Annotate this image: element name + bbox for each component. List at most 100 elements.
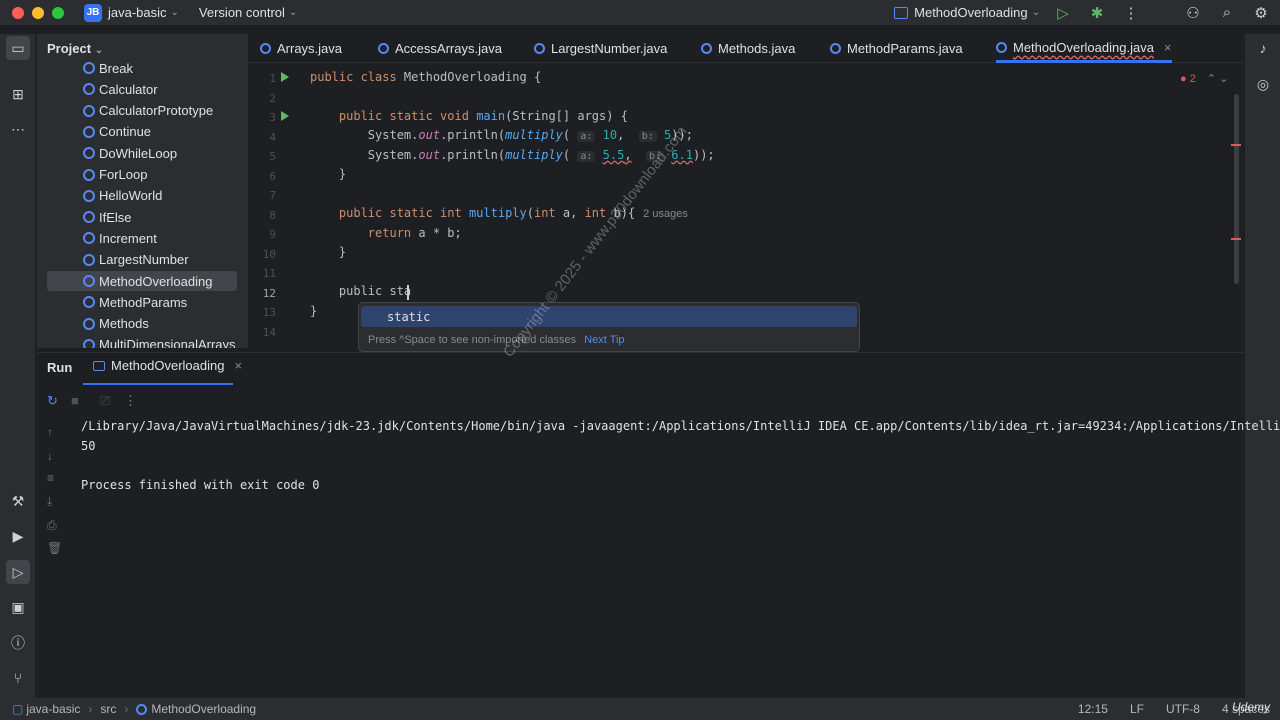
run-tab[interactable]: MethodOverloading × bbox=[93, 358, 242, 373]
stop-icon[interactable]: ■ bbox=[71, 393, 79, 408]
class-icon bbox=[378, 43, 389, 54]
error-marker[interactable] bbox=[1231, 144, 1241, 146]
line-number: 7 bbox=[269, 189, 276, 202]
class-icon bbox=[83, 253, 95, 266]
tree-item-label: DoWhileLoop bbox=[99, 145, 178, 161]
camera-icon[interactable]: ⎚ bbox=[100, 393, 110, 409]
completion-item-static[interactable]: static bbox=[361, 306, 857, 327]
code-line[interactable]: return a * b; bbox=[310, 226, 462, 240]
maximize-window-button[interactable] bbox=[52, 6, 64, 19]
code-line[interactable]: } bbox=[310, 167, 346, 181]
tree-item[interactable]: Break bbox=[47, 58, 237, 78]
editor-scrollbar[interactable] bbox=[1234, 94, 1239, 284]
console-line: /Library/Java/JavaVirtualMachines/jdk-23… bbox=[81, 419, 1280, 433]
run-main-icon[interactable] bbox=[281, 111, 289, 121]
breadcrumb-separator: › bbox=[124, 702, 129, 716]
code-line[interactable]: System.out.println(multiply( a: 10, b: 5… bbox=[310, 128, 693, 142]
class-icon bbox=[83, 275, 95, 287]
project-name[interactable]: java-basic bbox=[108, 5, 167, 20]
ai-assistant-icon[interactable]: ◎ bbox=[1251, 72, 1275, 96]
next-tip-link[interactable]: Next Tip bbox=[584, 334, 624, 346]
tab-accessarrays[interactable]: AccessArrays.java bbox=[378, 34, 502, 63]
code-line[interactable]: public static void main(String[] args) { bbox=[310, 109, 628, 123]
tree-item[interactable]: LargestNumber bbox=[47, 250, 237, 270]
run-icon[interactable]: ▷ bbox=[1052, 2, 1074, 24]
chevron-down-icon: ⌄ bbox=[1031, 7, 1040, 18]
more-tools-icon[interactable]: ⋯ bbox=[6, 117, 30, 141]
tab-largestnumber[interactable]: LargestNumber.java bbox=[534, 34, 667, 63]
tree-item[interactable]: CalculatorPrototype bbox=[47, 101, 237, 121]
debug-icon[interactable]: ✱ bbox=[1086, 2, 1108, 24]
project-badge[interactable]: JB bbox=[84, 3, 102, 22]
tree-item[interactable]: MethodParams bbox=[47, 292, 237, 312]
chevron-down-icon: ⌄ bbox=[170, 7, 179, 18]
tab-label: MethodParams.java bbox=[847, 41, 963, 56]
project-panel: Project ⌄ Break Calculator CalculatorProto… bbox=[37, 34, 248, 348]
more-icon[interactable]: ⋮ bbox=[124, 393, 137, 409]
project-panel-title[interactable]: Project ⌄ bbox=[47, 41, 103, 56]
code-line[interactable]: public static int multiply(int a, int b)… bbox=[310, 206, 688, 220]
run-config-selector[interactable]: MethodOverloading bbox=[914, 5, 1027, 20]
add-user-icon[interactable]: ⚇ bbox=[1182, 2, 1204, 24]
code-line-current[interactable]: public sta bbox=[310, 284, 411, 298]
error-count-badge[interactable]: ● 2 ⌃ ⌄ bbox=[1180, 72, 1228, 85]
trash-icon[interactable]: 🗑 bbox=[47, 541, 62, 555]
code-line[interactable]: public class MethodOverloading { bbox=[310, 70, 541, 84]
code-line[interactable]: System.out.println(multiply( a: 5.5, b: … bbox=[310, 148, 715, 162]
search-icon[interactable]: ⌕ bbox=[1216, 2, 1238, 24]
settings-gear-icon[interactable]: ⚙ bbox=[1250, 2, 1272, 24]
usages-hint[interactable]: 2 usages bbox=[643, 208, 688, 220]
scroll-down-icon[interactable]: ↓ bbox=[47, 449, 53, 463]
error-marker[interactable] bbox=[1231, 238, 1241, 240]
tree-item[interactable]: MultiDimensionalArrays bbox=[47, 335, 237, 348]
tree-item[interactable]: DoWhileLoop bbox=[47, 143, 237, 163]
tab-methods[interactable]: Methods.java bbox=[701, 34, 795, 63]
tree-item[interactable]: Continue bbox=[47, 122, 237, 142]
structure-icon[interactable]: ⊞ bbox=[6, 82, 30, 106]
code-line[interactable]: } bbox=[310, 245, 346, 259]
breadcrumb-project[interactable]: java-basic bbox=[26, 702, 80, 716]
rerun-icon[interactable]: ↻ bbox=[47, 393, 58, 409]
file-encoding[interactable]: UTF-8 bbox=[1166, 702, 1200, 716]
notifications-bell-icon[interactable]: ♪ bbox=[1251, 36, 1275, 60]
breadcrumb-src[interactable]: src bbox=[100, 702, 116, 716]
tree-item[interactable]: Calculator bbox=[47, 79, 237, 99]
terminal-icon[interactable]: ▣ bbox=[6, 595, 30, 619]
print-icon[interactable]: ⎙ bbox=[47, 518, 57, 533]
tree-item[interactable]: ForLoop bbox=[47, 165, 237, 185]
soft-wrap-icon[interactable]: ≡ bbox=[47, 471, 54, 485]
tree-item[interactable]: IfElse bbox=[47, 207, 237, 227]
line-number: 9 bbox=[269, 228, 276, 241]
code-line[interactable]: } bbox=[310, 304, 317, 318]
tree-item[interactable]: MethodOverloading bbox=[47, 271, 237, 291]
run-class-icon[interactable] bbox=[281, 72, 289, 82]
folder-icon[interactable]: ▭ bbox=[6, 36, 30, 60]
problems-icon[interactable]: ⓘ bbox=[6, 631, 30, 655]
tree-item-label: Break bbox=[99, 60, 133, 76]
scroll-to-end-icon[interactable]: ⤓ bbox=[47, 494, 52, 509]
class-icon bbox=[83, 62, 95, 74]
line-separator[interactable]: LF bbox=[1130, 702, 1144, 716]
close-window-button[interactable] bbox=[12, 6, 24, 19]
minimize-window-button[interactable] bbox=[32, 6, 44, 19]
tree-item-label: Methods bbox=[99, 316, 149, 332]
version-control-menu[interactable]: Version control bbox=[199, 5, 285, 20]
tree-item[interactable]: Methods bbox=[47, 314, 237, 334]
breadcrumb-file[interactable]: MethodOverloading bbox=[151, 702, 256, 716]
close-icon[interactable]: × bbox=[234, 358, 242, 373]
cursor-position[interactable]: 12:15 bbox=[1078, 702, 1108, 716]
tab-methodparams[interactable]: MethodParams.java bbox=[830, 34, 963, 63]
tree-item[interactable]: Increment bbox=[47, 228, 237, 248]
run-panel-icon[interactable]: ▷ bbox=[6, 560, 30, 584]
tab-arrays[interactable]: Arrays.java bbox=[260, 34, 342, 63]
more-icon[interactable]: ⋮ bbox=[1120, 2, 1142, 24]
services-icon[interactable]: ▶ bbox=[6, 524, 30, 548]
close-tab-icon[interactable]: × bbox=[1164, 40, 1172, 55]
line-number: 6 bbox=[269, 169, 276, 183]
run-panel-title[interactable]: Run bbox=[47, 360, 72, 375]
scroll-up-icon[interactable]: ↑ bbox=[47, 425, 53, 439]
tab-methodoverloading[interactable]: MethodOverloading.java × bbox=[996, 34, 1172, 63]
build-hammer-icon[interactable]: ⚒ bbox=[6, 489, 30, 513]
git-icon[interactable]: ⑂ bbox=[6, 666, 30, 690]
tree-item[interactable]: HelloWorld bbox=[47, 186, 237, 206]
